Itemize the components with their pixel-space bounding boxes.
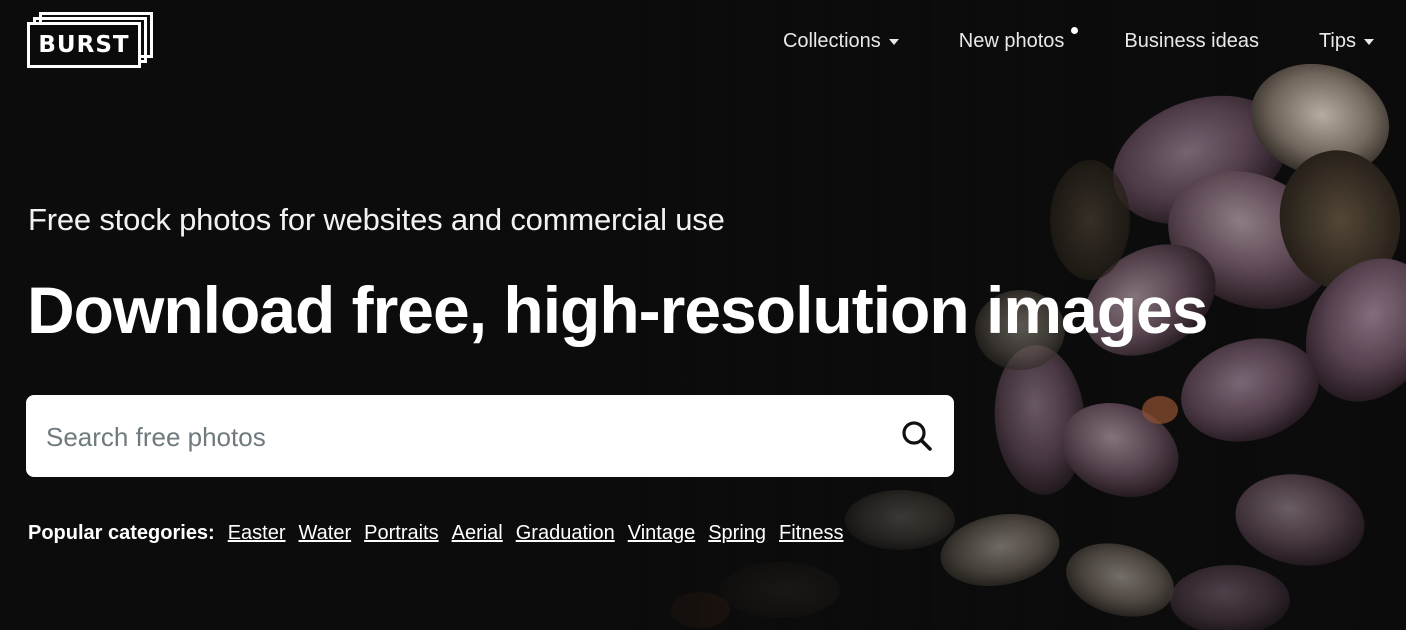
search-button[interactable] <box>898 417 936 455</box>
logo-frame-front: BURST <box>27 22 141 68</box>
nav-tips-label: Tips <box>1318 29 1356 52</box>
category-link-spring[interactable]: Spring <box>708 522 766 545</box>
hero-headline: Download free, high-resolution images <box>27 273 1208 347</box>
hero-section: BURST Collections New photos Business id… <box>0 0 1406 630</box>
category-link-portraits[interactable]: Portraits <box>364 522 438 545</box>
search-input[interactable] <box>44 395 888 479</box>
popular-categories-label: Popular categories: <box>28 522 215 544</box>
category-link-graduation[interactable]: Graduation <box>516 522 615 545</box>
hero-subtitle: Free stock photos for websites and comme… <box>28 202 725 237</box>
nav-collections-label: Collections <box>782 29 881 52</box>
site-header: BURST Collections New photos Business id… <box>0 0 1406 84</box>
nav-business-ideas[interactable]: Business ideas <box>1124 30 1259 53</box>
nav-new-photos[interactable]: New photos <box>958 26 1079 53</box>
logo-text: BURST <box>38 32 130 58</box>
nav-new-photos-label: New photos <box>958 29 1065 52</box>
nav-collections[interactable]: Collections <box>783 30 899 53</box>
chevron-down-icon <box>1364 39 1374 45</box>
category-link-water[interactable]: Water <box>299 522 352 545</box>
category-link-vintage[interactable]: Vintage <box>628 522 695 545</box>
category-link-fitness[interactable]: Fitness <box>779 522 843 545</box>
category-link-easter[interactable]: Easter <box>228 522 286 545</box>
new-indicator-dot-icon <box>1071 26 1079 34</box>
main-nav: Collections New photos Business ideas Ti… <box>783 26 1374 54</box>
nav-business-ideas-label: Business ideas <box>1124 29 1259 52</box>
burst-logo[interactable]: BURST <box>27 12 155 70</box>
nav-tips[interactable]: Tips <box>1319 30 1374 53</box>
chevron-down-icon <box>888 39 899 45</box>
category-link-aerial[interactable]: Aerial <box>452 522 503 545</box>
search-bar <box>26 395 954 479</box>
search-icon <box>902 421 932 451</box>
popular-categories: Popular categories: Easter Water Portrai… <box>28 522 856 545</box>
